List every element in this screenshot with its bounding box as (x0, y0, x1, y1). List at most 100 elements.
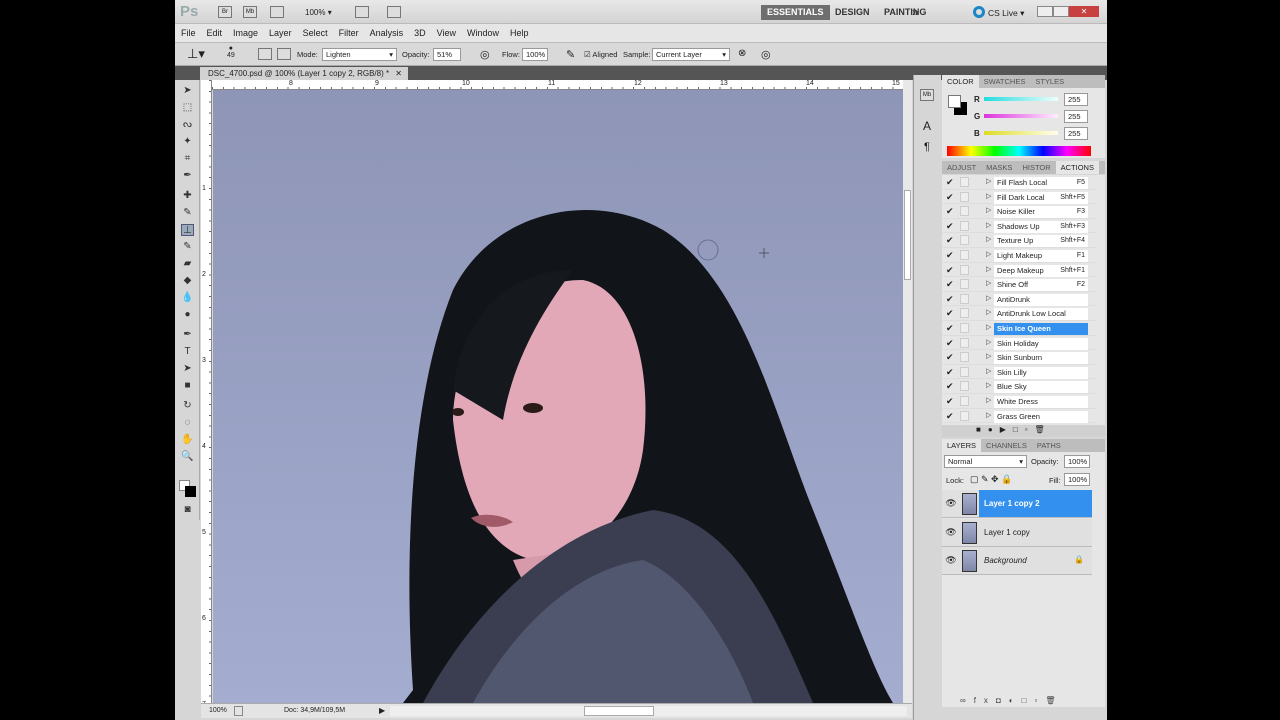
expand-triangle-icon[interactable]: ▷ (986, 308, 991, 316)
action-enabled-checkbox[interactable]: ✔ (946, 192, 955, 202)
3d-orbit-tool-icon[interactable]: ◌ (181, 417, 194, 429)
menu-layer[interactable]: Layer (269, 28, 292, 38)
action-item[interactable]: ✔ ▷ Shadows Up Shft+F3 (942, 219, 1097, 234)
tab-channels[interactable]: CHANNELS (981, 439, 1032, 452)
action-item[interactable]: ✔ ▷ Deep Makeup Shft+F1 (942, 263, 1097, 278)
tab-swatches[interactable]: SWATCHES (979, 75, 1031, 88)
action-enabled-checkbox[interactable]: ✔ (946, 381, 955, 391)
dialog-toggle[interactable] (960, 337, 969, 348)
horizontal-scroll-thumb[interactable] (584, 706, 654, 716)
action-item[interactable]: ✔ ▷ Skin Ice Queen (942, 321, 1097, 336)
action-enabled-checkbox[interactable]: ✔ (946, 206, 955, 216)
type-tool-icon[interactable]: T (181, 346, 194, 358)
workspace-design[interactable]: DESIGN (829, 5, 876, 20)
dialog-toggle[interactable] (960, 235, 969, 246)
new-group-icon[interactable]: □ (1022, 696, 1035, 705)
character-panel-icon[interactable]: A (923, 119, 931, 133)
eyedropper-tool-icon[interactable]: ✒ (181, 170, 194, 182)
r-slider[interactable] (984, 97, 1058, 101)
dialog-toggle[interactable] (960, 177, 969, 187)
airbrush-icon[interactable]: ✎ (566, 48, 575, 61)
adjustment-layer-icon[interactable]: ◐ (1009, 696, 1022, 705)
tab-color[interactable]: COLOR (942, 75, 979, 88)
action-enabled-checkbox[interactable]: ✔ (946, 323, 955, 333)
pressure-size-icon[interactable]: ◎ (761, 48, 771, 61)
dodge-tool-icon[interactable]: ● (181, 309, 194, 321)
action-item[interactable]: ✔ ▷ Texture Up Shft+F4 (942, 233, 1097, 248)
dialog-toggle[interactable] (960, 366, 969, 377)
add-mask-icon[interactable]: ◘ (996, 696, 1009, 705)
zoom-level-dropdown[interactable]: 100% ▾ (305, 8, 332, 17)
history-brush-tool-icon[interactable]: ✎ (181, 241, 194, 253)
menu-edit[interactable]: Edit (207, 28, 223, 38)
view-extras-icon[interactable] (270, 6, 284, 18)
dialog-toggle[interactable] (960, 206, 969, 217)
action-item[interactable]: ✔ ▷ Skin Lilly (942, 365, 1097, 380)
action-enabled-checkbox[interactable]: ✔ (946, 411, 955, 421)
status-menu-arrow[interactable]: ▶ (379, 704, 385, 718)
lasso-tool-icon[interactable]: ᔓ (181, 119, 194, 131)
action-enabled-checkbox[interactable]: ✔ (946, 221, 955, 231)
lock-icons[interactable]: ▢ ✎ ✥ 🔒 (970, 474, 1012, 485)
expand-triangle-icon[interactable]: ▷ (986, 279, 991, 287)
expand-triangle-icon[interactable]: ▷ (986, 381, 991, 389)
action-enabled-checkbox[interactable]: ✔ (946, 265, 955, 275)
menu-image[interactable]: Image (233, 28, 258, 38)
expand-triangle-icon[interactable]: ▷ (986, 221, 991, 229)
new-action-icon[interactable]: ▫ (1025, 425, 1035, 434)
mini-bridge-panel-icon[interactable]: Mb (920, 89, 934, 101)
menu-analysis[interactable]: Analysis (370, 28, 404, 38)
airbrush-pressure-icon[interactable]: ◎ (480, 48, 490, 61)
dialog-toggle[interactable] (960, 250, 969, 260)
status-info-icon[interactable] (234, 706, 243, 716)
tab-actions[interactable]: ACTIONS (1055, 161, 1099, 174)
g-value[interactable]: 255 (1064, 110, 1088, 123)
restore-button[interactable] (1053, 6, 1069, 17)
menu-3d[interactable]: 3D (414, 28, 426, 38)
clone-stamp-tool-icon[interactable]: ⊥ (181, 224, 194, 236)
layer-row[interactable]: 👁 Layer 1 copy (942, 518, 1092, 547)
b-value[interactable]: 255 (1064, 127, 1088, 140)
hand-tool-icon[interactable]: ✋ (181, 434, 194, 446)
expand-triangle-icon[interactable]: ▷ (986, 294, 991, 302)
dialog-toggle[interactable] (960, 381, 969, 392)
action-item[interactable]: ✔ ▷ AntiDrunk (942, 292, 1097, 307)
expand-triangle-icon[interactable]: ▷ (986, 235, 991, 243)
tab-layers[interactable]: LAYERS (942, 439, 982, 452)
delete-icon[interactable]: 🗑 (1035, 425, 1052, 434)
menu-help[interactable]: Help (510, 28, 529, 38)
brush-tool-icon[interactable]: ✎ (181, 207, 194, 219)
r-value[interactable]: 255 (1064, 93, 1088, 106)
close-document-icon[interactable]: ✕ (395, 67, 402, 80)
aligned-checkbox[interactable]: ☑ Aligned (584, 50, 617, 59)
action-enabled-checkbox[interactable]: ✔ (946, 235, 955, 245)
menu-view[interactable]: View (437, 28, 456, 38)
move-tool-icon[interactable]: ➤ (181, 85, 194, 97)
clone-stamp-preset-icon[interactable]: ⊥▾ (187, 46, 205, 62)
expand-triangle-icon[interactable]: ▷ (986, 192, 991, 200)
fx-icon[interactable]: fx (974, 696, 996, 705)
background-color-swatch[interactable] (185, 486, 196, 497)
blend-mode-dropdown[interactable]: Normal ▾ (944, 455, 1027, 468)
toggle-clone-source-panel-icon[interactable] (277, 48, 291, 60)
menu-window[interactable]: Window (467, 28, 499, 38)
new-layer-icon[interactable]: ▫ (1034, 696, 1045, 705)
arrange-documents-icon[interactable] (355, 6, 369, 18)
play-icon[interactable]: ▶ (1000, 425, 1013, 434)
dialog-toggle[interactable] (960, 396, 969, 406)
action-item[interactable]: ✔ ▷ Skin Sunburn (942, 350, 1097, 365)
expand-triangle-icon[interactable]: ▷ (986, 177, 991, 185)
zoom-tool-icon[interactable]: 🔍 (181, 451, 194, 463)
foreground-color-chip[interactable] (948, 95, 961, 108)
tab-paths[interactable]: PATHS (1032, 439, 1066, 452)
more-workspaces-button[interactable]: » (906, 5, 925, 20)
dialog-toggle[interactable] (960, 410, 969, 421)
quick-mask-icon[interactable]: ◙ (181, 504, 194, 516)
healing-brush-tool-icon[interactable]: ✚ (181, 190, 194, 202)
delete-layer-icon[interactable]: 🗑 (1045, 696, 1063, 705)
path-selection-tool-icon[interactable]: ➤ (181, 363, 194, 375)
3d-rotate-tool-icon[interactable]: ↻ (181, 400, 194, 412)
action-item[interactable]: ✔ ▷ White Dress (942, 394, 1097, 409)
layer-row[interactable]: 👁 Background 🔒 (942, 547, 1092, 575)
action-enabled-checkbox[interactable]: ✔ (946, 338, 955, 348)
